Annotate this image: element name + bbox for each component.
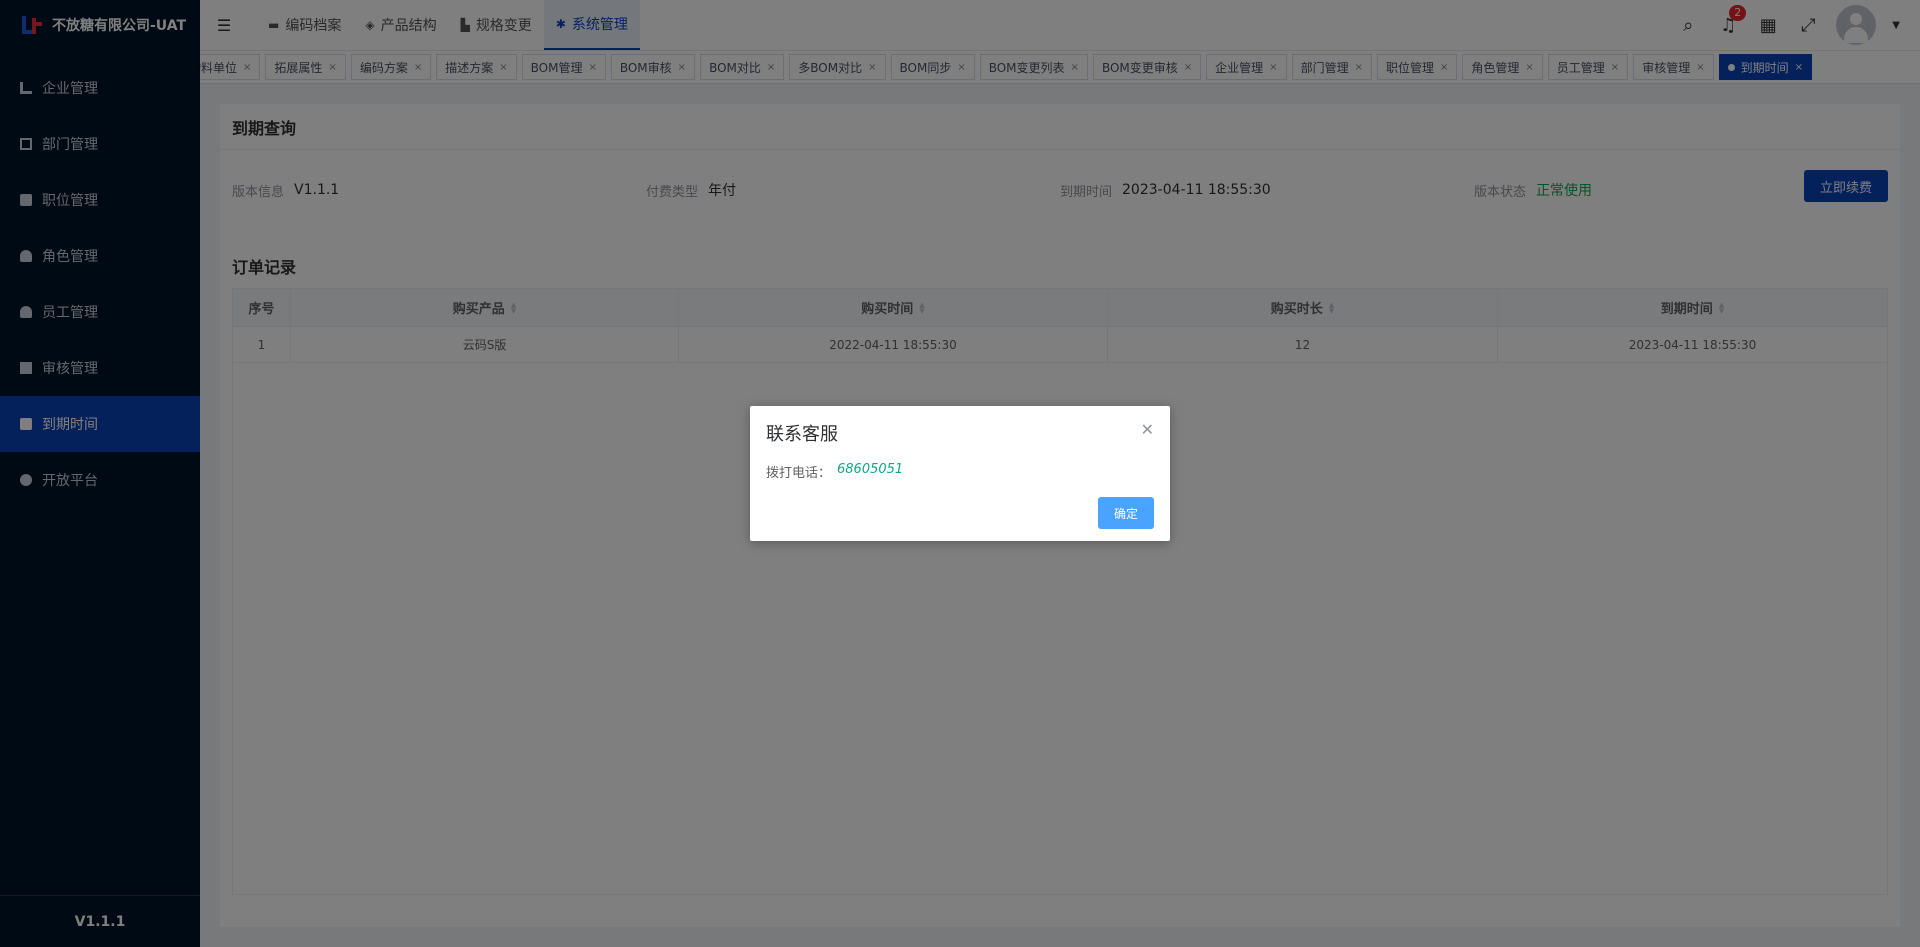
dialog-title: 联系客服 — [766, 424, 838, 445]
dialog-body: 拨打电话： 68605051 — [766, 462, 903, 481]
phone-label: 拨打电话： — [766, 466, 832, 481]
confirm-button[interactable]: 确定 — [1098, 497, 1154, 529]
phone-number[interactable]: 68605051 — [837, 462, 903, 481]
close-icon[interactable]: ✕ — [1141, 420, 1154, 439]
contact-dialog: 联系客服 ✕ 拨打电话： 68605051 确定 — [750, 406, 1170, 541]
